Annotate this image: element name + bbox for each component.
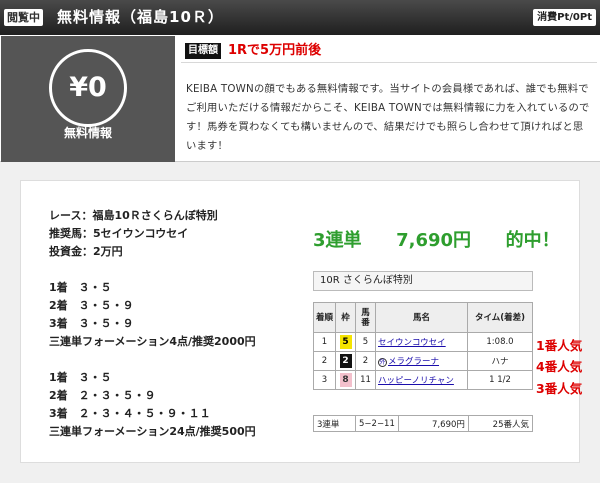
rank-cell: 1 bbox=[313, 332, 336, 352]
number-cell: 2 bbox=[355, 351, 376, 371]
row2-popularity: 4番人気 bbox=[536, 359, 583, 374]
recommended-horse: 推奨馬：5セイウンコウセイ bbox=[49, 227, 189, 240]
waku-badge: 2 bbox=[339, 354, 352, 368]
col-time: タイム(着差) bbox=[467, 302, 533, 333]
col-waku: 枠 bbox=[335, 302, 356, 333]
set1-third: 3着 ３・５・９ bbox=[49, 317, 134, 330]
horse-name-cell: ハッピーノリチャン bbox=[375, 370, 468, 390]
time-cell: 1:08.0 bbox=[467, 332, 533, 352]
payout-table: 3連単 5−2−11 7,690円 25番人気 bbox=[313, 415, 534, 432]
table-row: 1 5 5 セイウンコウセイ 1:08.0 bbox=[313, 332, 533, 352]
price-box: ¥0 無料情報 bbox=[1, 36, 175, 162]
hit-amount: 7,690円 bbox=[396, 230, 472, 251]
race-name: レース：福島10Ｒさくらんぼ特別 bbox=[49, 209, 218, 222]
waku-cell: 2 bbox=[335, 351, 356, 371]
waku-badge: 5 bbox=[339, 335, 352, 349]
hit-result: 的中！ bbox=[505, 230, 560, 251]
set2-first: 1着 ３・５ bbox=[49, 371, 112, 384]
horse-name-cell: 外メラグラーナ bbox=[375, 351, 468, 371]
foreign-mark-icon: 外 bbox=[378, 358, 387, 367]
number-cell: 5 bbox=[355, 332, 376, 352]
set1-first: 1着 ３・５ bbox=[49, 281, 112, 294]
set1-summary: 三連単フォーメーション4点/推奨2000円 bbox=[49, 335, 256, 348]
page-title: 無料情報（福島10Ｒ） bbox=[57, 8, 224, 26]
col-num: 馬番 bbox=[355, 302, 376, 333]
info-panel: ¥0 無料情報 目標額 1Rで5万円前後 KEIBA TOWNの顔でもある無料情… bbox=[0, 35, 600, 162]
table-row: 3 8 11 ハッピーノリチャン 1 1/2 bbox=[313, 370, 533, 390]
col-rank: 着順 bbox=[313, 302, 336, 333]
result-table-title: 10R さくらんぼ特別 bbox=[313, 271, 533, 291]
price-value: ¥0 bbox=[49, 49, 127, 127]
time-cell: 1 1/2 bbox=[467, 370, 533, 390]
col-name: 馬名 bbox=[375, 302, 468, 333]
number-cell: 11 bbox=[355, 370, 376, 390]
waku-cell: 5 bbox=[335, 332, 356, 352]
target-text: 1Rで5万円前後 bbox=[228, 43, 322, 58]
payout-amount: 7,690円 bbox=[397, 415, 469, 432]
horse-name-cell: セイウンコウセイ bbox=[375, 332, 468, 352]
waku-badge: 8 bbox=[339, 373, 352, 387]
horse-name-link[interactable]: セイウンコウセイ bbox=[378, 338, 446, 348]
horse-name-link[interactable]: メラグラーナ bbox=[388, 357, 439, 367]
payout-type: 3連単 bbox=[313, 415, 356, 432]
rank-cell: 3 bbox=[313, 370, 336, 390]
viewing-badge: 閲覧中 bbox=[4, 9, 43, 26]
target-row: 目標額 1Rで5万円前後 bbox=[181, 39, 597, 63]
points-badge: 消費Pt/0Pt bbox=[533, 9, 596, 26]
hit-banner: 3連単 7,690円 的中！ bbox=[313, 229, 560, 253]
horse-name-link[interactable]: ハッピーノリチャン bbox=[378, 376, 454, 386]
price-label: 無料情報 bbox=[63, 126, 112, 140]
race-info: レース：福島10Ｒさくらんぼ特別 推奨馬：5セイウンコウセイ 投資金：2万円 1… bbox=[49, 207, 256, 441]
set2-summary: 三連単フォーメーション24点/推奨500円 bbox=[49, 425, 256, 438]
target-badge: 目標額 bbox=[185, 43, 221, 59]
row3-popularity: 3番人気 bbox=[536, 381, 583, 396]
result-table: 着順 枠 馬番 馬名 タイム(着差) 1 5 5 セイウンコウセイ 1:08.0 2 2 2 外… bbox=[313, 302, 533, 390]
payout-combo: 5−2−11 bbox=[355, 415, 399, 432]
table-row: 2 2 2 外メラグラーナ ハナ bbox=[313, 351, 533, 371]
waku-cell: 8 bbox=[335, 370, 356, 390]
set1-second: 2着 ３・５・９ bbox=[49, 299, 134, 312]
investment-amount: 投資金：2万円 bbox=[49, 245, 123, 258]
description: KEIBA TOWNの顔でもある無料情報です。当サイトの会員様であれば、誰でも無… bbox=[186, 83, 590, 152]
set2-second: 2着 ２・３・５・９ bbox=[49, 389, 156, 402]
row1-popularity: 1番人気 bbox=[536, 338, 583, 353]
set2-third: 3着 ２・３・４・５・９・１１ bbox=[49, 407, 211, 420]
result-card: レース：福島10Ｒさくらんぼ特別 推奨馬：5セイウンコウセイ 投資金：2万円 1… bbox=[20, 180, 583, 463]
rank-cell: 2 bbox=[313, 351, 336, 371]
hit-type: 3連単 bbox=[313, 230, 362, 251]
page-header: 閲覧中 無料情報（福島10Ｒ） 消費Pt/0Pt bbox=[0, 0, 600, 35]
payout-popularity: 25番人気 bbox=[467, 415, 534, 432]
time-cell: ハナ bbox=[467, 351, 533, 371]
